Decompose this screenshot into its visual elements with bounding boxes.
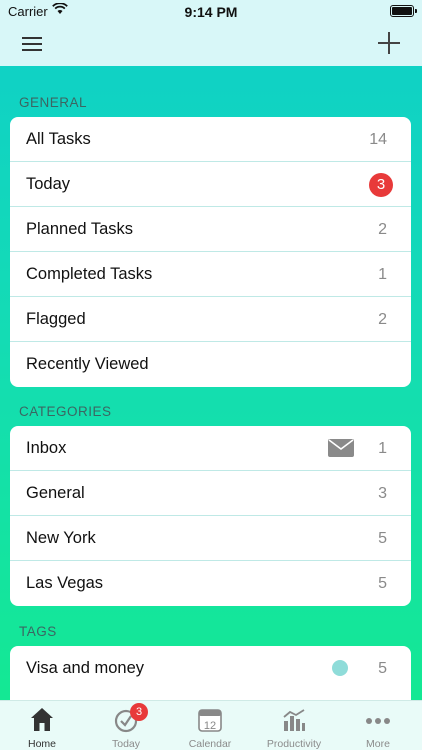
list-item-count: 1 [378, 266, 387, 283]
list-item-count: 5 [378, 660, 387, 677]
list-item-count: 2 [378, 221, 387, 238]
section-title-categories: CATEGORIES [19, 404, 112, 419]
list-item-count: 5 [378, 530, 387, 547]
tab-label: Productivity [266, 738, 322, 750]
tab-label: Calendar [188, 738, 232, 750]
battery-icon [390, 5, 417, 17]
tab-calendar[interactable]: 12 Calendar [168, 701, 252, 750]
today-tab-badge: 3 [130, 703, 148, 721]
tab-label: More [366, 738, 390, 750]
list-item-label: Inbox [26, 439, 67, 457]
calendar-day-number: 12 [204, 720, 216, 732]
list-item-count: 1 [378, 440, 387, 457]
home-icon [31, 708, 53, 731]
list-item-label: Flagged [26, 310, 86, 328]
list-item-label: All Tasks [26, 130, 91, 148]
categories-card: Inbox 1 General 3 New York 5 Las Vegas 5 [10, 426, 411, 606]
list-item-count: 5 [378, 575, 387, 592]
list-item-new-york[interactable]: New York 5 [10, 516, 411, 561]
list-item-inbox[interactable]: Inbox 1 [10, 426, 411, 471]
tab-today[interactable]: 3 Today [84, 701, 168, 750]
tab-label: Home [27, 738, 56, 750]
mail-icon [328, 439, 354, 462]
list-item-all-tasks[interactable]: All Tasks 14 [10, 117, 411, 162]
tab-label: Today [111, 738, 141, 750]
tab-home[interactable]: Home [0, 701, 84, 750]
list-item-planned-tasks[interactable]: Planned Tasks 2 [10, 207, 411, 252]
calendar-icon: 12 [198, 709, 222, 732]
list-item-count: 3 [378, 485, 387, 502]
hamburger-menu-icon[interactable] [22, 37, 42, 51]
today-count-badge: 3 [369, 173, 393, 197]
list-item-general[interactable]: General 3 [10, 471, 411, 516]
list-item-count: 2 [378, 311, 387, 328]
list-item-label: Visa and money [26, 659, 145, 677]
general-card: All Tasks 14 Today 3 Planned Tasks 2 Com… [10, 117, 411, 387]
list-item-flagged[interactable]: Flagged 2 [10, 297, 411, 342]
list-item-recently-viewed[interactable]: Recently Viewed [10, 342, 411, 387]
section-title-tags: TAGS [19, 624, 57, 639]
add-task-icon[interactable] [378, 32, 400, 54]
list-item-label: Recently Viewed [26, 355, 149, 373]
status-time: 9:14 PM [184, 4, 238, 20]
tab-bar: Home 3 Today 12 Calendar Productivity Mo… [0, 700, 422, 750]
list-item-label: Today [26, 175, 71, 193]
tags-card: Visa and money 5 [10, 646, 411, 706]
status-bar: Carrier 9:14 PM [0, 0, 422, 24]
nav-bar [0, 24, 422, 66]
list-item-count: 14 [369, 131, 387, 148]
productivity-icon [283, 709, 305, 731]
tab-productivity[interactable]: Productivity [252, 701, 336, 750]
tab-more[interactable]: More [336, 701, 420, 750]
more-dots-icon [366, 718, 390, 724]
section-title-general: GENERAL [19, 95, 88, 110]
list-item-completed-tasks[interactable]: Completed Tasks 1 [10, 252, 411, 297]
list-item-label: New York [26, 529, 96, 547]
list-item-label: General [26, 484, 85, 502]
list-item-las-vegas[interactable]: Las Vegas 5 [10, 561, 411, 606]
list-item-visa-and-money[interactable]: Visa and money 5 [10, 646, 411, 691]
tag-color-dot [332, 660, 348, 676]
list-item-label: Completed Tasks [26, 265, 153, 283]
list-item-label: Planned Tasks [26, 220, 134, 238]
list-item-label: Las Vegas [26, 574, 104, 592]
list-item-today[interactable]: Today 3 [10, 162, 411, 207]
